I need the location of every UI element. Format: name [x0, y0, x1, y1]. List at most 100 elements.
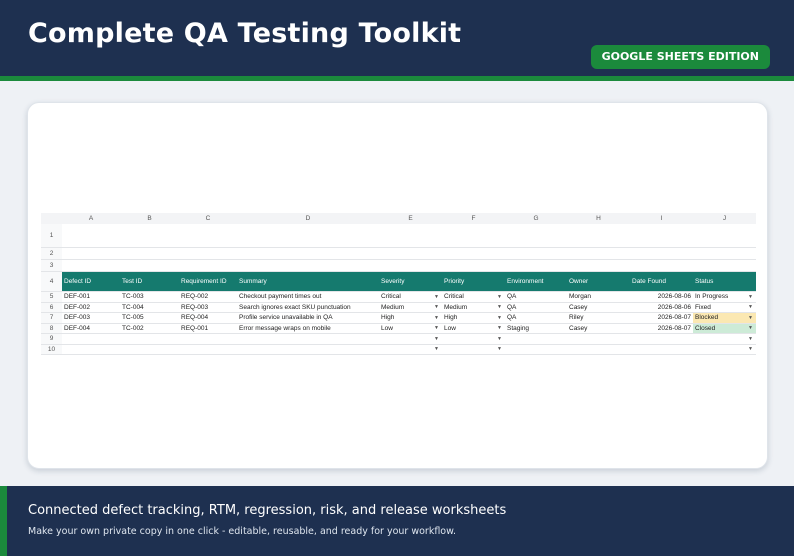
column-header[interactable]: B: [120, 213, 179, 224]
severity-dropdown[interactable]: ▼: [379, 334, 442, 344]
header-cell[interactable]: Date Found: [630, 272, 693, 291]
dropdown-arrow-icon[interactable]: ▼: [434, 325, 439, 331]
environment-cell[interactable]: QA: [505, 292, 567, 302]
column-header[interactable]: G: [505, 213, 567, 224]
empty-cell[interactable]: [237, 334, 379, 344]
column-header[interactable]: C: [179, 213, 237, 224]
summary-cell[interactable]: Error message wraps on mobile: [237, 324, 379, 334]
row-number[interactable]: 7: [41, 313, 62, 323]
dropdown-arrow-icon[interactable]: ▼: [748, 336, 753, 342]
empty-cell[interactable]: [179, 345, 237, 355]
date-found-cell[interactable]: 2026-08-07: [630, 324, 693, 334]
row-number[interactable]: 3: [41, 260, 62, 271]
header-cell[interactable]: Owner: [567, 272, 630, 291]
empty-cell[interactable]: [62, 334, 120, 344]
dropdown-arrow-icon[interactable]: ▼: [748, 346, 753, 352]
column-header[interactable]: A: [62, 213, 120, 224]
dropdown-arrow-icon[interactable]: ▼: [434, 336, 439, 342]
priority-dropdown[interactable]: Low ▼: [442, 324, 505, 334]
dropdown-arrow-icon[interactable]: ▼: [497, 336, 502, 342]
empty-cell[interactable]: [120, 334, 179, 344]
owner-cell[interactable]: Casey: [567, 303, 630, 313]
test-id-cell[interactable]: TC-003: [120, 292, 179, 302]
test-id-cell[interactable]: TC-005: [120, 313, 179, 323]
requirement-id-cell[interactable]: REQ-002: [179, 292, 237, 302]
row-number[interactable]: 5: [41, 292, 62, 302]
header-cell[interactable]: Test ID: [120, 272, 179, 291]
empty-cell[interactable]: [630, 345, 693, 355]
priority-dropdown[interactable]: High ▼: [442, 313, 505, 323]
status-dropdown[interactable]: Fixed ▼: [693, 303, 756, 313]
defect-id-cell[interactable]: DEF-004: [62, 324, 120, 334]
dropdown-arrow-icon[interactable]: ▼: [748, 325, 753, 331]
column-header[interactable]: I: [630, 213, 693, 224]
row-number[interactable]: 2: [41, 248, 62, 259]
status-dropdown[interactable]: Blocked ▼: [693, 313, 756, 323]
header-cell[interactable]: Summary: [237, 272, 379, 291]
summary-cell[interactable]: Profile service unavailable in QA: [237, 313, 379, 323]
environment-cell[interactable]: QA: [505, 313, 567, 323]
row-number[interactable]: 4: [41, 272, 62, 291]
priority-dropdown[interactable]: Critical ▼: [442, 292, 505, 302]
dropdown-arrow-icon[interactable]: ▼: [434, 315, 439, 321]
defect-id-cell[interactable]: DEF-001: [62, 292, 120, 302]
status-dropdown[interactable]: In Progress ▼: [693, 292, 756, 302]
requirement-id-cell[interactable]: REQ-001: [179, 324, 237, 334]
empty-cell[interactable]: [62, 224, 756, 247]
header-cell[interactable]: Environment: [505, 272, 567, 291]
dropdown-arrow-icon[interactable]: ▼: [748, 304, 753, 310]
column-header[interactable]: J: [693, 213, 756, 224]
empty-cell[interactable]: [62, 260, 756, 271]
date-found-cell[interactable]: 2026-08-07: [630, 313, 693, 323]
severity-dropdown[interactable]: ▼: [379, 345, 442, 355]
requirement-id-cell[interactable]: REQ-004: [179, 313, 237, 323]
dropdown-arrow-icon[interactable]: ▼: [434, 304, 439, 310]
row-number[interactable]: 8: [41, 323, 62, 333]
column-header[interactable]: D: [237, 213, 379, 224]
date-found-cell[interactable]: 2026-08-06: [630, 292, 693, 302]
dropdown-arrow-icon[interactable]: ▼: [497, 346, 502, 352]
environment-cell[interactable]: Staging: [505, 324, 567, 334]
header-cell[interactable]: Status: [693, 272, 756, 291]
defect-id-cell[interactable]: DEF-003: [62, 313, 120, 323]
header-cell[interactable]: Defect ID: [62, 272, 120, 291]
header-cell[interactable]: Requirement ID: [179, 272, 237, 291]
empty-cell[interactable]: [505, 345, 567, 355]
dropdown-arrow-icon[interactable]: ▼: [434, 346, 439, 352]
empty-cell[interactable]: [505, 334, 567, 344]
status-dropdown[interactable]: Closed ▼: [693, 323, 756, 333]
row-number[interactable]: 9: [41, 334, 62, 344]
owner-cell[interactable]: Morgan: [567, 292, 630, 302]
summary-cell[interactable]: Checkout payment times out: [237, 292, 379, 302]
dropdown-arrow-icon[interactable]: ▼: [748, 315, 753, 321]
empty-cell[interactable]: [567, 334, 630, 344]
dropdown-arrow-icon[interactable]: ▼: [497, 315, 502, 321]
test-id-cell[interactable]: TC-002: [120, 324, 179, 334]
owner-cell[interactable]: Casey: [567, 324, 630, 334]
defect-id-cell[interactable]: DEF-002: [62, 303, 120, 313]
severity-dropdown[interactable]: Low ▼: [379, 324, 442, 334]
severity-dropdown[interactable]: Critical ▼: [379, 292, 442, 302]
row-number[interactable]: 10: [41, 344, 62, 354]
header-cell[interactable]: Priority: [442, 272, 505, 291]
test-id-cell[interactable]: TC-004: [120, 303, 179, 313]
severity-dropdown[interactable]: High ▼: [379, 313, 442, 323]
empty-cell[interactable]: [120, 345, 179, 355]
empty-cell[interactable]: [630, 334, 693, 344]
dropdown-arrow-icon[interactable]: ▼: [748, 294, 753, 300]
row-number[interactable]: 1: [41, 224, 62, 247]
owner-cell[interactable]: Riley: [567, 313, 630, 323]
status-dropdown[interactable]: ▼: [693, 334, 756, 344]
priority-dropdown[interactable]: ▼: [442, 345, 505, 355]
empty-cell[interactable]: [567, 345, 630, 355]
requirement-id-cell[interactable]: REQ-003: [179, 303, 237, 313]
environment-cell[interactable]: QA: [505, 303, 567, 313]
dropdown-arrow-icon[interactable]: ▼: [434, 294, 439, 300]
empty-cell[interactable]: [62, 345, 120, 355]
severity-dropdown[interactable]: Medium ▼: [379, 303, 442, 313]
priority-dropdown[interactable]: Medium ▼: [442, 303, 505, 313]
priority-dropdown[interactable]: ▼: [442, 334, 505, 344]
row-number[interactable]: 6: [41, 302, 62, 312]
summary-cell[interactable]: Search ignores exact SKU punctuation: [237, 303, 379, 313]
column-header[interactable]: H: [567, 213, 630, 224]
